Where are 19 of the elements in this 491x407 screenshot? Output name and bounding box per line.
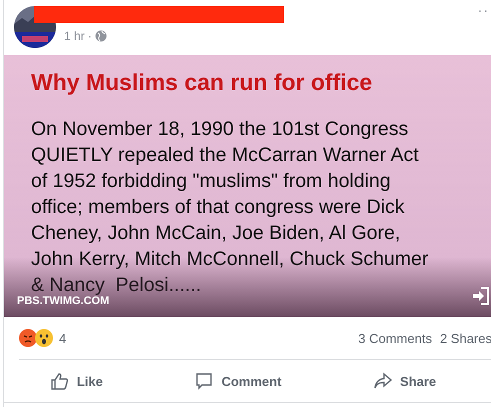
angry-face-icon[interactable] [19,329,37,347]
speech-bubble-icon [194,371,214,391]
wow-face-icon[interactable] [35,329,53,347]
open-link-icon[interactable] [472,287,490,305]
globe-icon [94,30,107,42]
comment-button[interactable]: Comment [188,367,288,395]
separator-dot: · [88,29,92,43]
post-time[interactable]: 1 hr [64,29,85,43]
share-button[interactable]: Share [367,367,442,395]
more-options-button[interactable]: ·· [478,2,489,18]
image-body-text: On November 18, 1990 the 101st Congress QUIETLY repealed the McCarran Warner Act of 1952 forbidding "muslims" from holding office; members of that congress were Dick Cheney, John McCain, Joe Biden, Al Gore, John Kerry, Mitch McConnell, Chuck Schumer & Nancy Pelosi...... [31,117,428,296]
reaction-count[interactable]: 4 [59,330,66,346]
comments-count[interactable]: 3 Comments [358,330,432,346]
thumbs-up-icon [50,371,70,391]
shared-image[interactable] [4,55,491,317]
image-title: Why Muslims can run for office [30,68,374,96]
like-button[interactable]: Like [44,367,109,395]
share-arrow-icon [373,371,394,391]
source-domain[interactable]: PBS.TWIMG.COM [17,295,110,307]
